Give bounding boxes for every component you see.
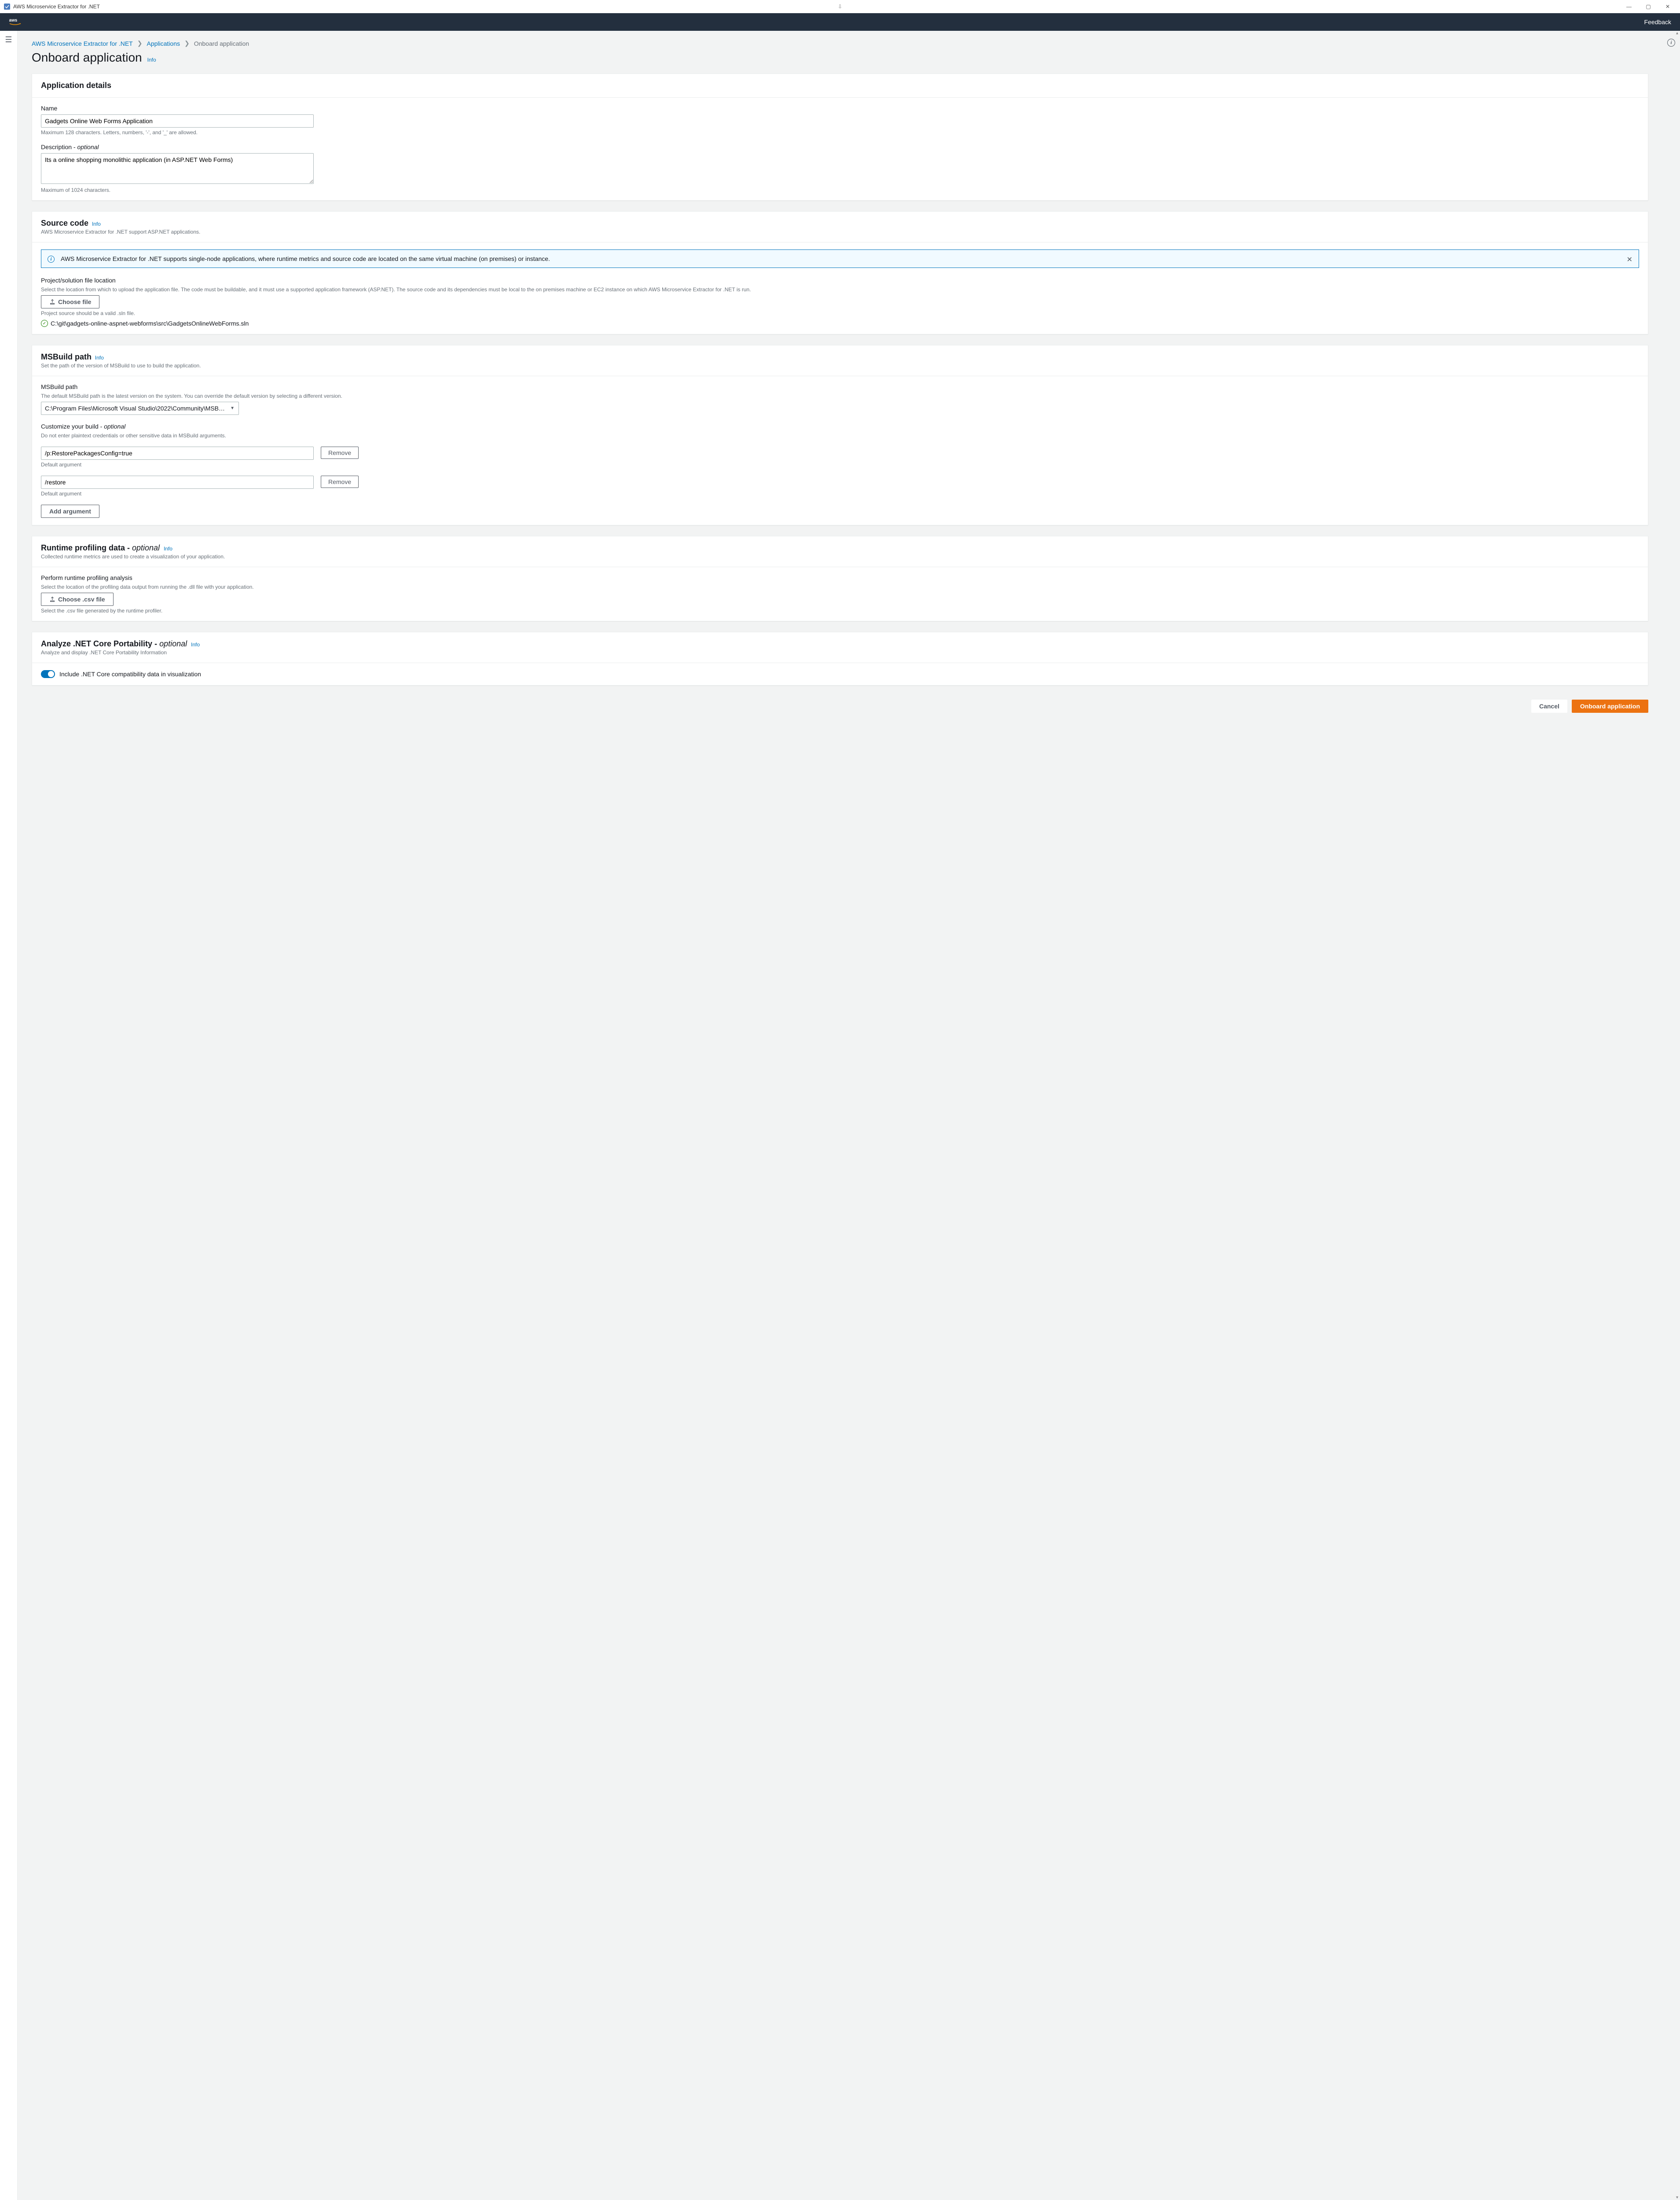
file-hint: Project source should be a valid .sln fi… [41,310,1639,316]
chevron-right-icon: ❯ [184,40,190,47]
description-input[interactable]: Its a online shopping monolithic applica… [41,153,314,184]
check-icon: ✓ [41,320,48,327]
info-icon: i [48,256,55,263]
window-title: AWS Microservice Extractor for .NET [13,4,100,10]
remove-arg-button-1[interactable]: Remove [321,476,359,488]
form-footer: Cancel Onboard application [32,696,1648,716]
top-nav: aws Feedback [0,13,1680,31]
msbuild-title: MSBuild path [41,352,92,361]
info-rail: ▴ i ▾ [1662,31,1680,2200]
dropdown-icon: ⇩ [838,4,842,10]
feedback-link[interactable]: Feedback [1644,18,1671,26]
add-argument-button[interactable]: Add argument [41,505,99,518]
minimize-button[interactable]: ― [1624,4,1634,10]
portability-title: Analyze .NET Core Portability - optional [41,639,189,648]
info-panel-toggle[interactable]: i [1667,39,1675,47]
file-location-label: Project/solution file location [41,277,1639,284]
msbuild-panel: MSBuild path Info Set the path of the ve… [32,345,1648,525]
info-alert: i AWS Microservice Extractor for .NET su… [41,249,1639,268]
portability-toggle[interactable] [41,670,55,678]
choose-csv-button[interactable]: Choose .csv file [41,593,114,606]
chevron-right-icon: ❯ [137,40,143,47]
app-icon [4,3,11,10]
description-label: Description - optional [41,143,1639,150]
customize-build-desc: Do not enter plaintext credentials or ot… [41,433,1639,439]
breadcrumb-current: Onboard application [194,40,249,47]
portability-panel: Analyze .NET Core Portability - optional… [32,632,1648,686]
portability-info-link[interactable]: Info [191,642,200,648]
chosen-file-path: C:\git\gadgets-online-aspnet-webforms\sr… [51,320,249,327]
close-icon[interactable]: ✕ [1627,255,1632,264]
runtime-subtitle: Collected runtime metrics are used to cr… [41,554,1639,560]
customize-build-label: Customize your build - optional [41,423,1639,430]
portability-subtitle: Analyze and display .NET Core Portabilit… [41,649,1639,656]
portability-toggle-label: Include .NET Core compatibility data in … [59,671,201,678]
page-info-link[interactable]: Info [147,57,156,63]
breadcrumb-root[interactable]: AWS Microservice Extractor for .NET [32,40,133,47]
source-code-title: Source code [41,219,88,227]
name-hint: Maximum 128 characters. Letters, numbers… [41,129,1639,136]
application-details-title: Application details [41,81,111,90]
source-code-subtitle: AWS Microservice Extractor for .NET supp… [41,229,1639,235]
runtime-analysis-hint: Select the .csv file generated by the ru… [41,608,1639,614]
arg-hint-1: Default argument [41,491,1639,497]
close-button[interactable]: ✕ [1662,4,1673,10]
arg-hint-0: Default argument [41,462,1639,468]
upload-icon [49,299,55,305]
msbuild-arg-input-1[interactable] [41,476,314,489]
msbuild-subtitle: Set the path of the version of MSBuild t… [41,363,1639,369]
svg-text:aws: aws [9,18,18,23]
runtime-analysis-label: Perform runtime profiling analysis [41,574,1639,581]
remove-arg-button-0[interactable]: Remove [321,447,359,459]
runtime-info-link[interactable]: Info [164,546,172,552]
description-hint: Maximum of 1024 characters. [41,187,1639,193]
name-label: Name [41,105,1639,112]
alert-text: AWS Microservice Extractor for .NET supp… [61,255,550,262]
choose-file-button[interactable]: Choose file [41,295,99,308]
file-location-desc: Select the location from which to upload… [41,286,1639,293]
breadcrumb: AWS Microservice Extractor for .NET ❯ Ap… [32,38,1648,47]
runtime-title: Runtime profiling data - optional [41,543,162,552]
chosen-file-row: ✓ C:\git\gadgets-online-aspnet-webforms\… [41,320,1639,327]
name-input[interactable] [41,114,314,128]
msbuild-path-select[interactable]: C:\Program Files\Microsoft Visual Studio… [41,402,239,415]
source-code-info-link[interactable]: Info [92,221,101,227]
msbuild-arg-input-0[interactable] [41,447,314,460]
aws-logo: aws [9,17,26,27]
maximize-button[interactable]: ▢ [1643,4,1654,10]
application-details-panel: Application details Name Maximum 128 cha… [32,73,1648,201]
msbuild-info-link[interactable]: Info [95,355,104,361]
window-titlebar: AWS Microservice Extractor for .NET ⇩ ― … [0,0,1680,13]
breadcrumb-applications[interactable]: Applications [147,40,180,47]
source-code-panel: Source code Info AWS Microservice Extrac… [32,211,1648,334]
msbuild-path-desc: The default MSBuild path is the latest v… [41,393,1639,399]
upload-icon [49,596,55,602]
sidebar-toggle[interactable]: ☰ [0,31,18,2200]
main-content: AWS Microservice Extractor for .NET ❯ Ap… [18,31,1662,2200]
scroll-up-icon[interactable]: ▴ [1676,31,1678,36]
scroll-down-icon[interactable]: ▾ [1676,2195,1678,2200]
page-title: Onboard application [32,51,142,65]
onboard-application-button[interactable]: Onboard application [1572,700,1648,713]
msbuild-path-label: MSBuild path [41,383,1639,390]
cancel-button[interactable]: Cancel [1531,700,1567,713]
runtime-panel: Runtime profiling data - optional Info C… [32,536,1648,621]
runtime-analysis-desc: Select the location of the profiling dat… [41,584,1639,590]
hamburger-icon: ☰ [5,35,12,44]
